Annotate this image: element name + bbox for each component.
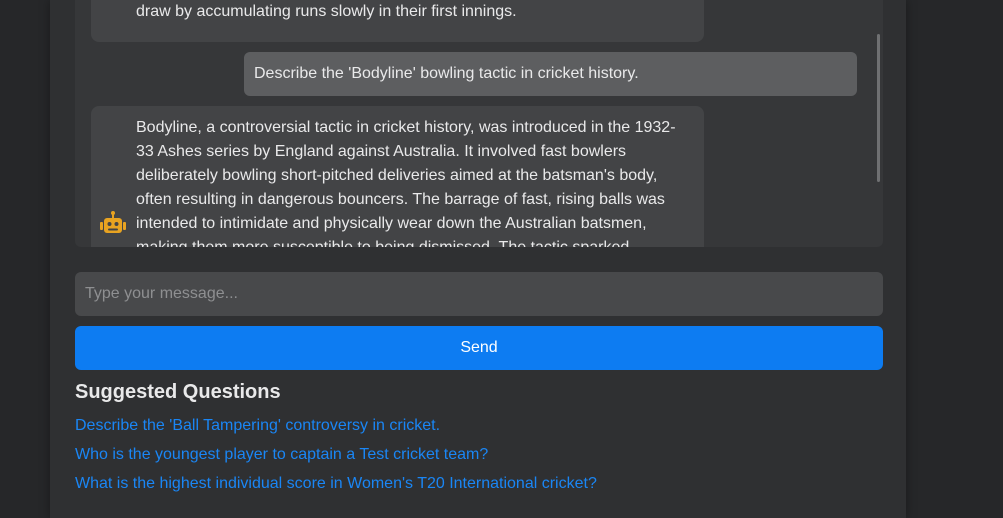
suggested-question-link[interactable]: Who is the youngest player to captain a … — [75, 444, 488, 466]
robot-icon — [99, 210, 127, 238]
suggested-question-link[interactable]: Describe the 'Ball Tampering' controvers… — [75, 415, 440, 437]
send-button[interactable]: Send — [75, 326, 883, 370]
user-message-text: Describe the 'Bodyline' bowling tactic i… — [254, 65, 639, 82]
bot-message: Bodyline, a controversial tactic in cric… — [91, 106, 704, 247]
bot-message-text: encourage positive and attacking cricket… — [136, 3, 517, 20]
bot-message: encourage positive and attacking cricket… — [91, 0, 704, 42]
chat-history[interactable]: encourage positive and attacking cricket… — [75, 0, 883, 247]
bot-message-text: Bodyline, a controversial tactic in cric… — [136, 119, 676, 247]
suggested-questions-heading: Suggested Questions — [75, 381, 281, 403]
chat-scrollbar[interactable] — [877, 34, 880, 182]
message-input[interactable] — [75, 272, 883, 316]
user-message: Describe the 'Bodyline' bowling tactic i… — [244, 52, 857, 96]
suggested-question-link[interactable]: What is the highest individual score in … — [75, 473, 597, 495]
